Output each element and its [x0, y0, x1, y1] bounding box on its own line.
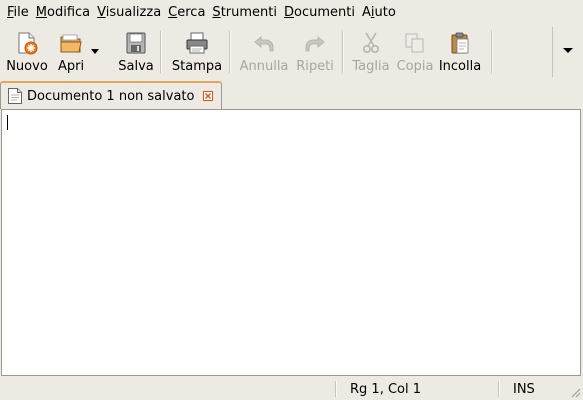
- copy-icon: [405, 33, 424, 53]
- status-bar: Rg 1, Col 1 INS: [0, 379, 583, 400]
- menu-strumenti[interactable]: Strumenti: [205, 0, 277, 26]
- text-editor-area[interactable]: [1, 109, 581, 376]
- insert-mode-indicator: INS: [513, 382, 535, 397]
- printer-icon: [186, 32, 208, 54]
- folder-open-icon: [60, 34, 82, 53]
- toolbar-separator: [342, 31, 343, 73]
- menu-visualizza[interactable]: Visualizza: [90, 0, 161, 26]
- undo-icon: [254, 36, 274, 52]
- new-button[interactable]: Nuovo: [6, 27, 48, 77]
- document-tab[interactable]: Documento 1 non salvato: [0, 81, 222, 109]
- floppy-disk-icon: [126, 32, 146, 54]
- menu-bar: File Modifica Visualizza Cerca Strumenti…: [0, 0, 583, 26]
- paste-button[interactable]: Incolla: [439, 27, 481, 77]
- redo-icon: [305, 36, 325, 52]
- open-recent-dropdown[interactable]: [86, 27, 104, 77]
- toolbar: Nuovo Apri Salva Stampa Annulla Ripeti T…: [0, 27, 583, 77]
- undo-button[interactable]: Annulla: [238, 27, 290, 77]
- redo-button[interactable]: Ripeti: [294, 27, 336, 77]
- open-button[interactable]: Apri: [58, 27, 84, 77]
- status-separator: [498, 381, 499, 397]
- toolbar-separator: [491, 31, 492, 73]
- toolbar-separator: [229, 31, 230, 73]
- menu-file[interactable]: File: [0, 0, 29, 26]
- print-button[interactable]: Stampa: [171, 27, 223, 77]
- text-document-icon: [8, 88, 22, 104]
- menu-aiuto[interactable]: Aiuto: [355, 0, 396, 26]
- toolbar-overflow-button[interactable]: [552, 27, 583, 77]
- scissors-icon: [363, 32, 380, 54]
- new-document-icon: [18, 32, 38, 55]
- save-button[interactable]: Salva: [118, 27, 154, 77]
- menu-cerca[interactable]: Cerca: [161, 0, 205, 26]
- cut-button[interactable]: Taglia: [351, 27, 391, 77]
- copy-button[interactable]: Copia: [395, 27, 435, 77]
- clipboard-paste-icon: [451, 32, 469, 54]
- menu-modifica[interactable]: Modifica: [29, 0, 90, 26]
- status-separator: [335, 381, 336, 397]
- close-tab-icon[interactable]: [203, 91, 213, 101]
- resize-grip-icon[interactable]: [569, 386, 581, 398]
- cursor-position: Rg 1, Col 1: [350, 382, 421, 397]
- toolbar-separator: [160, 31, 161, 73]
- text-caret: [7, 115, 8, 130]
- menu-documenti[interactable]: Documenti: [277, 0, 355, 26]
- document-tab-bar: Documento 1 non salvato: [0, 80, 583, 109]
